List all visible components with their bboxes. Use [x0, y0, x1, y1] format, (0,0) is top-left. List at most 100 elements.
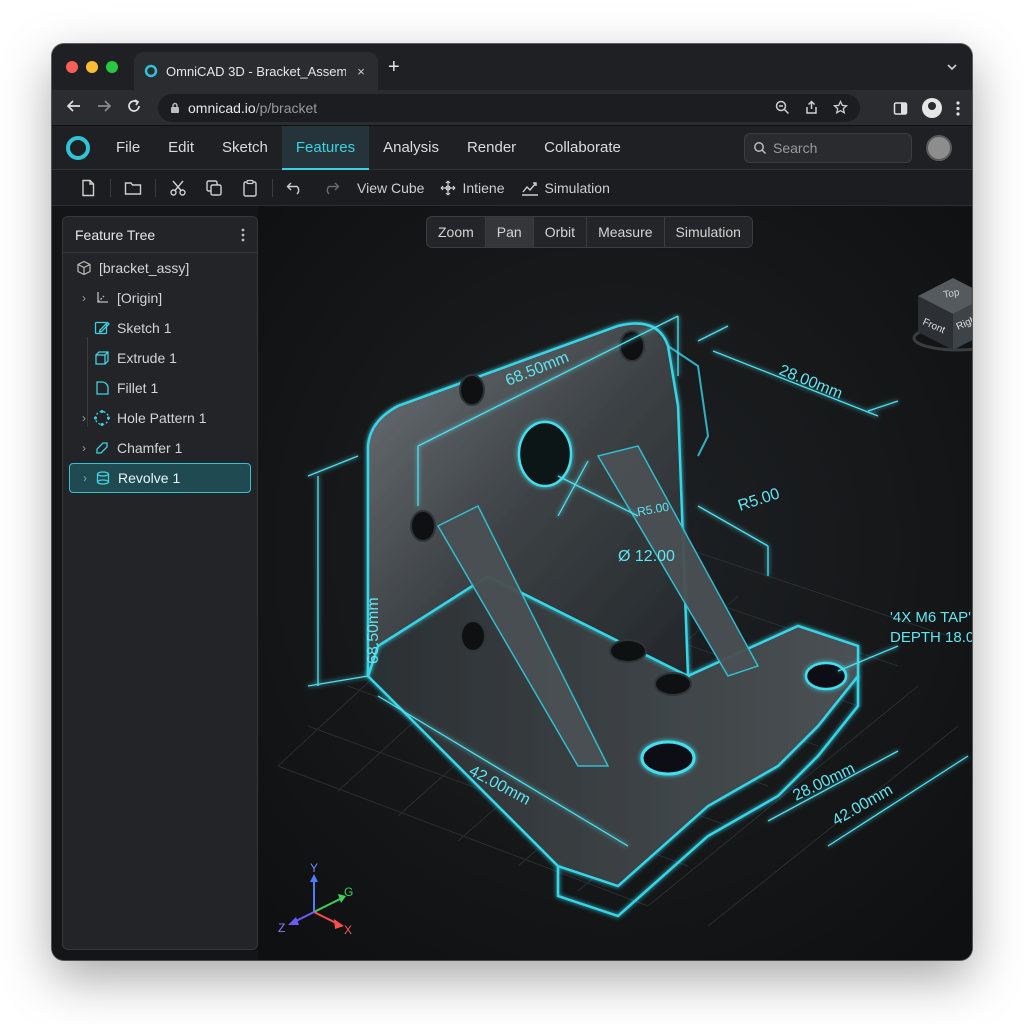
- url-text: omnicad.io/p/bracket: [188, 100, 318, 116]
- share-icon[interactable]: [804, 100, 819, 115]
- app-logo[interactable]: [66, 136, 90, 160]
- chevron-right-icon[interactable]: ›: [77, 411, 91, 425]
- cube-outline-icon: [73, 260, 95, 276]
- zoom-icon[interactable]: [775, 100, 790, 115]
- chamfer-icon: [91, 440, 113, 456]
- cut-icon[interactable]: [160, 170, 196, 206]
- tree-item-extrude[interactable]: Extrude 1: [69, 343, 251, 373]
- extrude-icon: [91, 350, 113, 366]
- tree-item-label: Extrude 1: [117, 350, 177, 366]
- tab-search-chevron-icon[interactable]: [946, 61, 958, 76]
- menu-features[interactable]: Features: [281, 126, 370, 170]
- menu-sketch[interactable]: Sketch: [208, 126, 282, 170]
- reload-button[interactable]: [126, 98, 142, 119]
- tree-item-revolve[interactable]: › Revolve 1: [69, 463, 251, 493]
- search-icon: [754, 142, 767, 155]
- feature-tree-header: Feature Tree: [63, 217, 257, 253]
- axis-x-label: X: [344, 923, 352, 937]
- tree-item-label: Chamfer 1: [117, 440, 183, 456]
- view-cube-button[interactable]: View Cube: [349, 180, 432, 196]
- menu-edit[interactable]: Edit: [154, 126, 208, 170]
- toolbar-separator: [155, 178, 156, 197]
- search-box[interactable]: [744, 133, 912, 163]
- main-menu: File Edit Sketch Features Analysis Rende…: [102, 126, 635, 170]
- origin-axes-icon: [91, 290, 113, 306]
- 3d-viewport[interactable]: 68.50mm 28.00mm 68.50mm 42.00mm 28.00mm …: [258, 206, 972, 960]
- search-input[interactable]: [773, 140, 903, 156]
- simulation-tool-button[interactable]: Simulation: [665, 217, 752, 247]
- bookmark-star-icon[interactable]: [833, 100, 848, 115]
- chevron-right-icon[interactable]: ›: [78, 471, 92, 485]
- lock-icon: [171, 102, 179, 113]
- profile-icon[interactable]: [922, 98, 942, 118]
- tree-item-sketch[interactable]: Sketch 1: [69, 313, 251, 343]
- tab-title: OmniCAD 3D - Bracket_Assembly: [166, 63, 346, 79]
- chevron-right-icon[interactable]: ›: [77, 441, 91, 455]
- tree-item-hole-pattern[interactable]: › Hole Pattern 1: [69, 403, 251, 433]
- undo-icon[interactable]: [277, 170, 313, 206]
- view-tools-bar: Zoom Pan Orbit Measure Simulation: [426, 216, 753, 248]
- dim-hole-diameter: Ø 12.00: [618, 548, 675, 565]
- toolbar: View Cube Intiene Simulation: [52, 170, 972, 206]
- close-window-button[interactable]: [66, 61, 78, 73]
- tree-item-label: [Origin]: [117, 290, 163, 306]
- pan-tool-button[interactable]: Pan: [485, 217, 534, 247]
- forward-button[interactable]: [96, 98, 112, 119]
- back-button[interactable]: [66, 98, 82, 119]
- menu-file[interactable]: File: [102, 126, 154, 170]
- paste-icon[interactable]: [232, 170, 268, 206]
- browser-menu-icon[interactable]: [956, 100, 960, 116]
- menu-render[interactable]: Render: [453, 126, 530, 170]
- viewport-canvas[interactable]: 68.50mm 28.00mm 68.50mm 42.00mm 28.00mm …: [258, 206, 972, 960]
- dim-tap-note-2: DEPTH 18.0: [890, 629, 972, 646]
- chevron-right-icon[interactable]: ›: [77, 291, 91, 305]
- user-avatar[interactable]: [926, 135, 952, 161]
- toolbar-separator: [110, 178, 111, 197]
- address-bar: omnicad.io/p/bracket: [52, 90, 972, 126]
- feature-tree-title: Feature Tree: [75, 226, 156, 243]
- measure-tool-button[interactable]: Measure: [587, 217, 665, 247]
- tree-item-label: Sketch 1: [117, 320, 172, 336]
- maximize-window-button[interactable]: [106, 61, 118, 73]
- redo-icon[interactable]: [313, 170, 349, 206]
- open-folder-icon[interactable]: [115, 170, 151, 206]
- app-menubar: File Edit Sketch Features Analysis Rende…: [52, 126, 972, 170]
- dim-height: 68.50mm: [365, 597, 382, 664]
- menu-analysis[interactable]: Analysis: [369, 126, 453, 170]
- minimize-window-button[interactable]: [86, 61, 98, 73]
- menu-collaborate[interactable]: Collaborate: [530, 126, 635, 170]
- revolve-icon: [92, 470, 114, 486]
- tree-item-bracket-assy[interactable]: [bracket_assy]: [69, 253, 251, 283]
- panel-menu-icon[interactable]: [241, 228, 245, 242]
- tree-item-label: Revolve 1: [118, 470, 181, 486]
- url-bar[interactable]: omnicad.io/p/bracket: [158, 94, 860, 122]
- copy-icon[interactable]: [196, 170, 232, 206]
- workspace: Feature Tree [bracket_assy] › [Origin] S…: [52, 206, 972, 960]
- tree-item-label: [bracket_assy]: [99, 260, 190, 276]
- browser-window: OmniCAD 3D - Bracket_Assembly × + omnica…: [52, 44, 972, 960]
- tab-strip: OmniCAD 3D - Bracket_Assembly × +: [52, 44, 972, 90]
- favicon-icon: [144, 64, 158, 78]
- browser-tab[interactable]: OmniCAD 3D - Bracket_Assembly ×: [134, 52, 378, 90]
- zoom-tool-button[interactable]: Zoom: [427, 217, 486, 247]
- new-file-icon[interactable]: [70, 170, 106, 206]
- orbit-tool-button[interactable]: Orbit: [534, 217, 588, 247]
- hole-pattern-icon: [91, 409, 113, 427]
- dim-tap-note-1: '4X M6 TAP': [890, 609, 971, 626]
- tree-item-fillet[interactable]: Fillet 1: [69, 373, 251, 403]
- simulation-chart-icon: [521, 181, 538, 196]
- simulation-button[interactable]: Simulation: [513, 180, 618, 196]
- new-tab-button[interactable]: +: [388, 56, 400, 79]
- sidebar-toggle-icon[interactable]: [893, 101, 908, 116]
- intiene-button[interactable]: Intiene: [432, 180, 512, 196]
- tab-close-icon[interactable]: ×: [354, 64, 368, 79]
- tree-item-origin[interactable]: › [Origin]: [69, 283, 251, 313]
- feature-tree-panel: Feature Tree [bracket_assy] › [Origin] S…: [62, 216, 258, 950]
- move-arrows-icon: [441, 180, 456, 195]
- sketch-icon: [91, 320, 113, 336]
- axis-z-label: Z: [278, 921, 285, 935]
- tree-item-chamfer[interactable]: › Chamfer 1: [69, 433, 251, 463]
- fillet-icon: [91, 380, 113, 396]
- tree-item-label: Fillet 1: [117, 380, 159, 396]
- toolbar-separator: [272, 178, 273, 197]
